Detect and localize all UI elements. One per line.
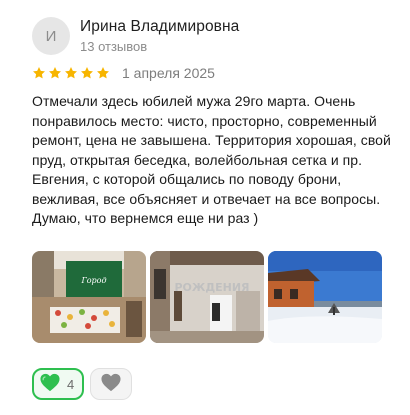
photo-sign-text: Город — [80, 276, 106, 285]
dislike-button[interactable] — [90, 368, 133, 400]
decorated-room-photo[interactable]: РОЖДЕНИЯ — [150, 251, 264, 343]
review-date: 1 апреля 2025 — [122, 65, 215, 81]
house-exterior-photo[interactable] — [268, 251, 382, 343]
star-icon — [65, 67, 77, 79]
star-icon — [81, 67, 93, 79]
author-review-count: 13 отзывов — [80, 38, 148, 54]
rating-row: 1 апреля 2025 — [32, 63, 215, 83]
reactions-bar: 4 — [32, 368, 133, 400]
photo-banner-text: РОЖДЕНИЯ — [174, 281, 249, 294]
review-header: И Ирина Владимировна 13 отзывов — [32, 16, 239, 56]
avatar[interactable]: И — [32, 17, 70, 55]
gray-heart-icon — [100, 372, 122, 397]
like-count: 4 — [67, 376, 75, 392]
author-info: Ирина Владимировна 13 отзывов — [80, 17, 239, 56]
photo-gallery: Город РОЖДЕНИЯ — [32, 251, 382, 343]
star-icon — [49, 67, 61, 79]
author-name[interactable]: Ирина Владимировна — [80, 17, 239, 37]
review-text: Отмечали здесь юбилей мужа 29го марта. О… — [32, 93, 391, 226]
banquet-hall-photo[interactable]: Город — [32, 251, 146, 343]
star-rating — [32, 66, 110, 80]
star-icon — [97, 67, 109, 79]
like-button[interactable]: 4 — [32, 368, 85, 400]
green-heart-icon — [39, 372, 61, 397]
star-icon — [33, 67, 45, 79]
